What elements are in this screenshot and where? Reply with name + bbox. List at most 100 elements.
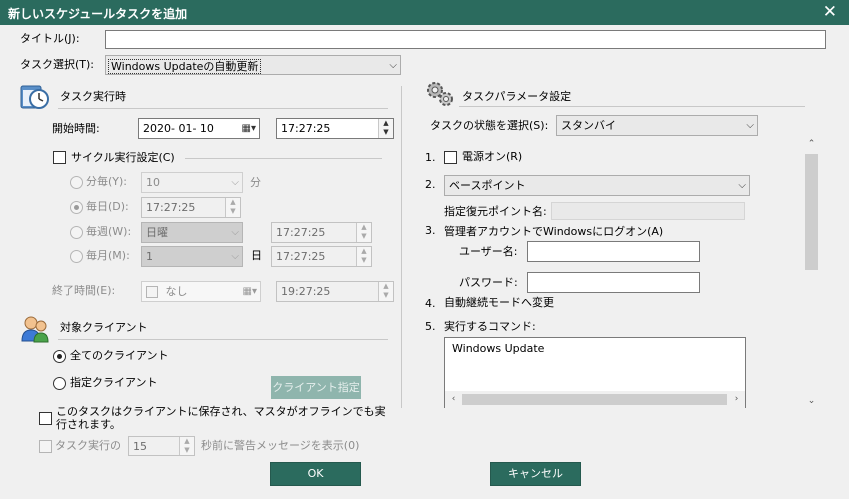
monthly-time-value: 17:27:25 (276, 250, 326, 263)
end-time-label: 終了時間(E): (52, 284, 116, 297)
warning-prefix: タスク実行の (55, 439, 121, 452)
clock-icon (20, 82, 50, 112)
per-minute-unit: 分 (250, 176, 261, 189)
start-time-value: 17:27:25 (281, 122, 331, 135)
monthly-day-value: 1 (146, 250, 153, 263)
per-minute-radio[interactable] (70, 176, 83, 189)
task-state-dropdown[interactable]: スタンバイ ⌵ (556, 115, 758, 136)
end-time-value: 19:27:25 (281, 285, 331, 298)
cycle-checkbox[interactable] (53, 151, 66, 164)
weekly-day-value: 日曜 (146, 226, 168, 239)
title-input[interactable] (105, 30, 826, 49)
end-date-checkbox[interactable] (146, 286, 158, 298)
offline-save-checkbox[interactable] (39, 412, 52, 425)
command-value: Windows Update (452, 342, 545, 355)
close-icon[interactable]: ✕ (823, 2, 837, 22)
params-header: タスクパラメータ設定 (462, 90, 572, 103)
window-title: 新しいスケジュールタスクを追加 (8, 7, 188, 21)
gears-icon (425, 80, 455, 108)
chevron-down-icon: ⌵ (738, 180, 746, 191)
task-select-value: Windows Updateの自動更新 (108, 59, 262, 74)
per-minute-label: 分毎(Y): (86, 175, 128, 188)
monthly-day-dropdown[interactable]: 1 ⌵ (141, 246, 243, 267)
power-on-checkbox[interactable] (444, 151, 457, 164)
task-state-value: スタンバイ (561, 119, 616, 132)
item-3-number: 3. (425, 224, 436, 237)
title-bar: 新しいスケジュールタスクを追加 ✕ (0, 0, 849, 25)
restore-point-input[interactable] (551, 202, 745, 220)
end-date-picker[interactable]: なし ▦▾ (141, 281, 261, 302)
command-hscroll[interactable]: ‹ › (445, 391, 745, 408)
weekly-day-dropdown[interactable]: 日曜 ⌵ (141, 222, 243, 243)
task-select-label: タスク選択(T): (20, 58, 95, 71)
clients-header: 対象クライアント (60, 321, 148, 334)
password-input[interactable] (527, 272, 700, 293)
daily-label: 毎日(D): (86, 200, 129, 213)
start-time-spinner[interactable]: ▲ ▼ (378, 119, 393, 138)
weekly-label: 毎週(W): (86, 225, 132, 238)
warning-seconds-spinner[interactable]: ▲ ▼ (179, 437, 194, 455)
daily-time-input[interactable]: 17:27:25 ▲ ▼ (141, 197, 241, 218)
params-vscroll[interactable]: ⌃ ⌄ (803, 137, 820, 408)
command-hscroll-thumb[interactable] (462, 394, 727, 405)
cancel-button[interactable]: キャンセル (490, 462, 581, 486)
end-time-spinner[interactable]: ▲ ▼ (378, 282, 393, 301)
username-input[interactable] (527, 241, 700, 262)
specify-clients-button[interactable]: クライアント指定 (271, 376, 361, 399)
cycle-divider (185, 158, 382, 159)
command-label: 実行するコマンド: (444, 320, 536, 333)
start-date-picker[interactable]: 2020- 01- 10 ▦▾ (138, 118, 260, 139)
item-1-number: 1. (425, 151, 436, 164)
task-state-label: タスクの状態を選択(S): (430, 119, 549, 132)
warning-seconds-input[interactable]: 15 ▲ ▼ (128, 436, 195, 456)
warning-checkbox[interactable] (39, 440, 52, 453)
monthly-radio[interactable] (70, 250, 83, 263)
scroll-right-icon[interactable]: › (728, 394, 745, 404)
monthly-time-input[interactable]: 17:27:25 ▲ ▼ (271, 246, 372, 267)
title-label: タイトル(J): (20, 32, 80, 45)
warning-seconds-value: 15 (133, 440, 147, 453)
specific-clients-radio[interactable] (53, 377, 66, 390)
clients-divider (58, 339, 388, 340)
all-clients-radio[interactable] (53, 350, 66, 363)
end-time-input[interactable]: 19:27:25 ▲ ▼ (276, 281, 394, 302)
power-on-label: 電源オン(R) (462, 150, 523, 163)
specific-clients-label: 指定クライアント (70, 376, 158, 389)
params-vscroll-thumb[interactable] (805, 154, 818, 270)
item-2-number: 2. (425, 178, 436, 191)
per-minute-value: 10 (146, 176, 160, 189)
weekly-radio[interactable] (70, 226, 83, 239)
daily-time-spinner[interactable]: ▲ ▼ (225, 198, 240, 217)
weekly-time-input[interactable]: 17:27:25 ▲ ▼ (271, 222, 372, 243)
daily-time-value: 17:27:25 (146, 201, 196, 214)
auto-continue-label: 自動継続モードへ変更 (444, 296, 554, 309)
chevron-down-icon: ⌵ (231, 251, 239, 262)
offline-save-label: このタスクはクライアントに保存され、マスタがオフラインでも実行されます。 (56, 405, 386, 431)
base-point-dropdown[interactable]: ベースポイント ⌵ (444, 175, 750, 196)
daily-radio[interactable] (70, 201, 83, 214)
weekly-time-spinner[interactable]: ▲ ▼ (356, 223, 371, 242)
task-select-dropdown[interactable]: Windows Updateの自動更新 ⌵ (105, 55, 401, 75)
end-date-value: なし (165, 285, 188, 298)
monthly-time-spinner[interactable]: ▲ ▼ (356, 247, 371, 266)
calendar-icon[interactable]: ▦▾ (243, 282, 257, 301)
panel-separator (401, 86, 402, 408)
chevron-down-icon: ⌵ (746, 120, 754, 131)
username-label: ユーザー名: (459, 245, 518, 258)
item-4-number: 4. (425, 297, 436, 310)
scroll-left-icon[interactable]: ‹ (445, 394, 462, 404)
scroll-up-icon[interactable]: ⌃ (803, 139, 820, 149)
per-minute-dropdown[interactable]: 10 ⌵ (141, 172, 243, 193)
cycle-label: サイクル実行設定(C) (71, 151, 175, 164)
scroll-down-icon[interactable]: ⌄ (803, 396, 820, 406)
all-clients-label: 全てのクライアント (70, 349, 169, 362)
start-time-input[interactable]: 17:27:25 ▲ ▼ (276, 118, 394, 139)
start-date-value: 2020- 01- 10 (143, 122, 214, 135)
calendar-icon[interactable]: ▦▾ (242, 119, 256, 138)
chevron-down-icon: ⌵ (231, 177, 239, 188)
params-divider (459, 106, 805, 107)
monthly-label: 毎月(M): (86, 249, 130, 262)
ok-button[interactable]: OK (270, 462, 361, 486)
password-label: パスワード: (459, 276, 518, 289)
admin-logon-label: 管理者アカウントでWindowsにログオン(A) (444, 225, 664, 238)
